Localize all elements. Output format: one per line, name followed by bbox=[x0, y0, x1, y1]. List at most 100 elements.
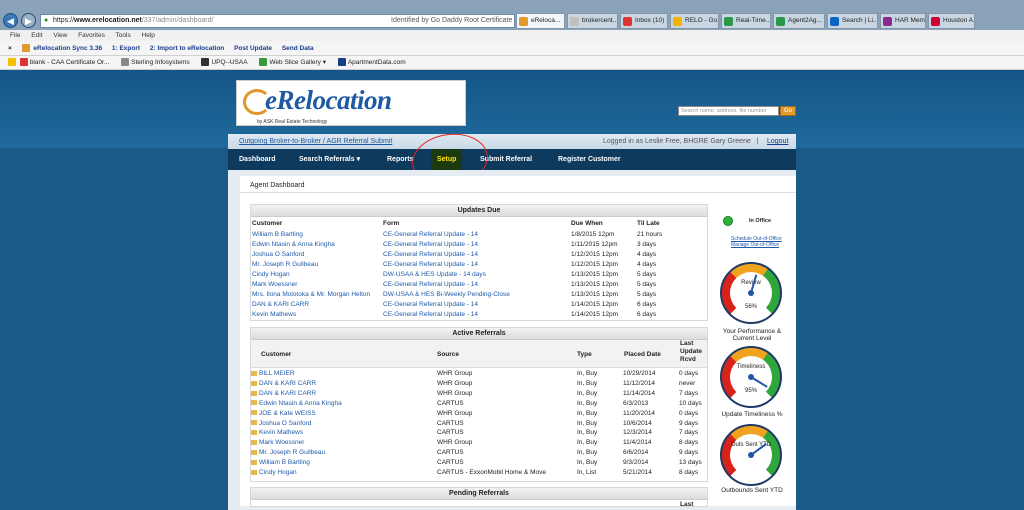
browser-tab[interactable]: Real-Time... bbox=[721, 13, 771, 29]
browser-tab[interactable]: Search | Li... bbox=[827, 13, 878, 29]
placed-date: 6/3/2013 bbox=[623, 399, 649, 407]
fav-caa[interactable]: blank - CAA Certificate Or... bbox=[19, 56, 109, 70]
url-host: www.erelocation.net bbox=[74, 17, 142, 24]
form-link[interactable]: DW-USAA & HES Bi-Weekly Pending-Close bbox=[383, 290, 510, 300]
back-button[interactable]: ◀ bbox=[3, 13, 18, 28]
browser-tab[interactable]: RELO - Go... bbox=[670, 13, 719, 29]
customer-cell: William B Bartling bbox=[251, 458, 310, 468]
logout-link[interactable]: Logout bbox=[767, 134, 788, 149]
customer-link[interactable]: DAN & KARI CARR bbox=[259, 390, 316, 397]
logo-brand: eRelocation bbox=[265, 85, 392, 115]
browser-tab[interactable]: brokercent... bbox=[567, 13, 618, 29]
customer-link[interactable]: Mr. Joseph R Guilbeau bbox=[252, 260, 318, 270]
browser-tab[interactable]: HAR Mem... bbox=[880, 13, 926, 29]
folder-icon bbox=[251, 410, 257, 416]
browser-tab[interactable]: Agent2Ag... bbox=[773, 13, 825, 29]
nav-dashboard[interactable]: Dashboard bbox=[239, 149, 276, 170]
folder-icon bbox=[251, 469, 257, 475]
placed-date: 12/3/2014 bbox=[623, 429, 652, 437]
browser-tab[interactable]: eReloca... bbox=[516, 13, 565, 29]
form-link[interactable]: DW-USAA & HES Update - 14 days bbox=[383, 270, 486, 280]
toolbar-send-data[interactable]: Send Data bbox=[282, 41, 314, 56]
pending-referrals-title: Pending Referrals bbox=[251, 488, 707, 500]
nav-register-customer[interactable]: Register Customer bbox=[558, 149, 621, 170]
tab-label: Agent2Ag... bbox=[788, 17, 822, 24]
due-when: 1/13/2015 12pm bbox=[571, 281, 618, 288]
menu-help[interactable]: Help bbox=[142, 32, 155, 39]
tab-favicon-icon bbox=[623, 17, 632, 26]
nav-submit-referral[interactable]: Submit Referral bbox=[480, 149, 532, 170]
form-link[interactable]: CE-General Referral Update - 14 bbox=[383, 310, 478, 320]
customer-link[interactable]: William B Bartling bbox=[252, 230, 303, 240]
placed-date: 6/6/2014 bbox=[623, 449, 649, 457]
type: In, Buy bbox=[577, 409, 598, 417]
customer-link[interactable]: JOE & Kate WEISS bbox=[259, 410, 316, 417]
search-go-button[interactable]: Go bbox=[780, 106, 796, 116]
url-prefix: https:// bbox=[53, 17, 75, 24]
logo-byline: by ASK Real Estate Technology bbox=[257, 119, 328, 125]
tab-favicon-icon bbox=[883, 17, 892, 26]
customer-link[interactable]: Edwin Ntasin & Anna Kingha bbox=[252, 240, 335, 250]
nav-search-referrals[interactable]: Search Referrals ▾ bbox=[299, 149, 360, 170]
menu-view[interactable]: View bbox=[53, 32, 67, 39]
toolbar-export[interactable]: 1: Export bbox=[112, 41, 140, 56]
form-link[interactable]: CE-General Referral Update - 14 bbox=[383, 230, 478, 240]
customer-link[interactable]: Mr. Joseph R Guilbeau bbox=[259, 449, 325, 456]
browser-tab[interactable]: Inbox (10) ... bbox=[620, 13, 668, 29]
source: WHR Group bbox=[437, 439, 473, 447]
form-link[interactable]: CE-General Referral Update - 14 bbox=[383, 240, 478, 250]
customer-link[interactable]: Kevin Mathews bbox=[252, 310, 296, 320]
customer-link[interactable]: Cindy Hogan bbox=[259, 469, 297, 476]
customer-link[interactable]: Joshua O Sanford bbox=[252, 250, 304, 260]
due-when: 1/11/2015 12pm bbox=[571, 241, 618, 248]
toolbar-post-update[interactable]: Post Update bbox=[234, 41, 272, 56]
menu-file[interactable]: File bbox=[10, 32, 20, 39]
toolbar-import[interactable]: 2: Import to eRelocation bbox=[150, 41, 224, 56]
fav-upq[interactable]: UPQ--USAA bbox=[201, 56, 248, 70]
fav-webslice[interactable]: Web Slice Gallery ▾ bbox=[259, 56, 326, 70]
customer-link[interactable]: Kevin Mathews bbox=[259, 429, 303, 436]
customer-link[interactable]: DAN & KARI CARR bbox=[259, 380, 316, 387]
form-link[interactable]: CE-General Referral Update - 14 bbox=[383, 300, 478, 310]
source: CARTUS bbox=[437, 419, 464, 427]
customer-link[interactable]: DAN & KARI CARR bbox=[252, 300, 309, 310]
customer-link[interactable]: Mark Woessner bbox=[252, 280, 297, 290]
menu-favorites[interactable]: Favorites bbox=[78, 32, 105, 39]
erelocation-logo[interactable]: eRelocation by ASK Real Estate Technolog… bbox=[236, 80, 466, 126]
tab-favicon-icon bbox=[724, 17, 733, 26]
toolbar-close[interactable]: × bbox=[8, 41, 12, 56]
customer-link[interactable]: Cindy Hogan bbox=[252, 270, 290, 280]
customer-link[interactable]: William B Bartling bbox=[259, 459, 310, 466]
browser-tab[interactable]: Houston A... bbox=[928, 13, 975, 29]
menu-tools[interactable]: Tools bbox=[116, 32, 131, 39]
last-update: 9 days bbox=[679, 449, 699, 457]
customer-link[interactable]: BILL MEIER bbox=[259, 370, 295, 377]
manage-out-of-office-link[interactable]: Manage Out-of-Office bbox=[731, 242, 779, 248]
outgoing-referral-link[interactable]: Outgoing Broker-to-Broker / AGR Referral… bbox=[239, 138, 392, 145]
last-update: 8 days bbox=[679, 469, 699, 476]
form-link[interactable]: CE-General Referral Update - 14 bbox=[383, 280, 478, 290]
forward-button[interactable]: ▶ bbox=[21, 13, 36, 28]
nav-reports[interactable]: Reports bbox=[387, 149, 413, 170]
address-bar[interactable]: ● https://www.erelocation.net/337/admin/… bbox=[40, 14, 515, 28]
fav-apartmentdata[interactable]: ApartmentData.com bbox=[337, 56, 406, 70]
favorites-star-icon[interactable] bbox=[8, 58, 16, 67]
certificate-info[interactable]: Identified by Go Daddy Root Certificate … bbox=[391, 15, 514, 27]
customer-link[interactable]: Joshua O Sanford bbox=[259, 420, 311, 427]
form-link[interactable]: CE-General Referral Update - 14 bbox=[383, 250, 478, 260]
customer-link[interactable]: Mrs. Ilona Molotoka & Mr. Morgan Helton bbox=[252, 290, 370, 300]
customer-link[interactable]: Edwin Ntasin & Anna Kingha bbox=[259, 400, 342, 407]
fav-sterling[interactable]: Sterling Infosystems bbox=[121, 56, 190, 70]
toolbar-sync[interactable]: eRelocation Sync 3.36 bbox=[33, 41, 102, 56]
logged-in-as: Logged in as Leslie Free, BHGRE Gary Gre… bbox=[603, 138, 759, 145]
menu-edit[interactable]: Edit bbox=[31, 32, 42, 39]
last-update: 7 days bbox=[679, 429, 699, 437]
tab-favicon-icon bbox=[931, 17, 940, 26]
site-search-input[interactable]: Search name, address, file number bbox=[678, 106, 779, 116]
customer-link[interactable]: Mark Woessner bbox=[259, 439, 304, 446]
gauge-label: Outs Sent YTD bbox=[730, 442, 772, 448]
form-link[interactable]: CE-General Referral Update - 14 bbox=[383, 260, 478, 270]
tab-label: Search | Li... bbox=[842, 17, 878, 24]
type: In, List bbox=[577, 469, 597, 476]
due-when: 1/14/2015 12pm bbox=[571, 311, 618, 318]
